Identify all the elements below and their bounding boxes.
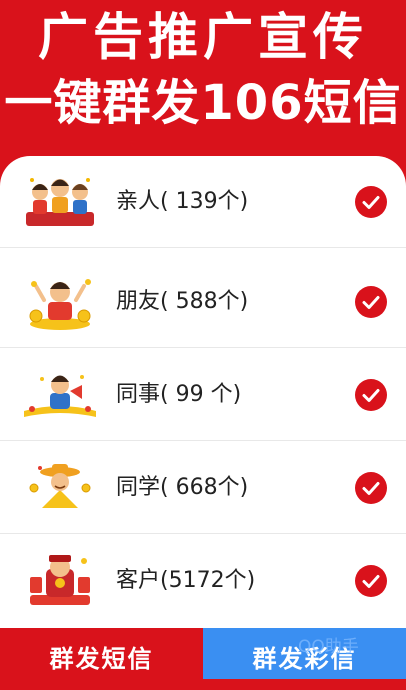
banner-title-line-2: 一键群发106短信: [4, 75, 402, 131]
contact-group-row-colleagues[interactable]: 同事( 99 个): [0, 349, 406, 441]
friend-icon: [22, 272, 98, 332]
contact-group-row-friends[interactable]: 朋友( 588个): [0, 256, 406, 348]
contact-group-row-family[interactable]: 亲人( 139个): [0, 156, 406, 248]
contact-group-label: 同学( 668个): [116, 475, 249, 500]
header-banner: 广告推广宣传 一键群发106短信: [0, 0, 406, 160]
contact-group-label: 客户(5172个): [116, 568, 256, 593]
colleague-icon: [22, 365, 98, 425]
contact-group-row-customers[interactable]: 客户(5172个): [0, 535, 406, 627]
checkmark-icon[interactable]: [355, 186, 387, 218]
family-icon: [22, 172, 98, 232]
checkmark-icon[interactable]: [355, 286, 387, 318]
checkmark-icon[interactable]: [355, 472, 387, 504]
contact-group-label: 同事( 99 个): [116, 382, 242, 407]
send-sms-button[interactable]: 群发短信: [0, 628, 203, 679]
watermark: QQ助手: [298, 637, 359, 657]
contact-group-list: 亲人( 139个) 朋友( 588个) 同事(99 个) 同学(668个) …: [0, 156, 406, 630]
classmate-icon: [22, 458, 98, 518]
contact-group-row-classmates[interactable]: 同学( 668个): [0, 442, 406, 534]
customer-icon: [22, 551, 98, 611]
contact-group-label: 亲人( 139个): [116, 189, 249, 214]
checkmark-icon[interactable]: [355, 379, 387, 411]
checkmark-icon[interactable]: [355, 565, 387, 597]
banner-title-line-1: 广告推广宣传: [38, 8, 368, 66]
contact-group-label: 朋友( 588个): [116, 289, 249, 314]
